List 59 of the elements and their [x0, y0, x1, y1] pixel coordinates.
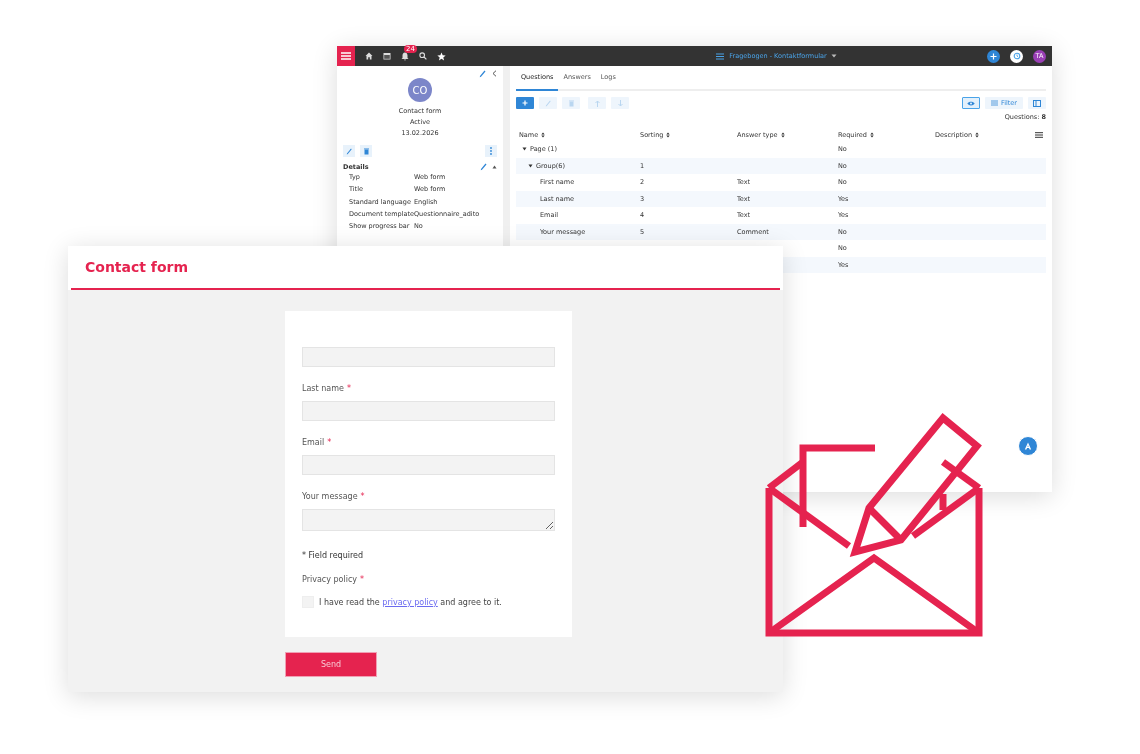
field-label: Privacy policy	[302, 575, 358, 584]
clock-icon	[1012, 52, 1021, 60]
input-field[interactable]	[302, 401, 555, 421]
calendar-icon[interactable]	[383, 52, 391, 60]
pin-icon[interactable]	[480, 163, 487, 171]
required-mark: *	[346, 384, 351, 393]
required-note: * Field required	[302, 551, 365, 560]
help-button[interactable]	[1018, 436, 1038, 456]
add-button[interactable]	[987, 49, 1000, 63]
eye-icon	[966, 100, 975, 106]
arrow-down-icon	[617, 99, 623, 107]
preview-button[interactable]	[961, 97, 980, 109]
trash-icon	[568, 99, 574, 107]
expand-caret-icon[interactable]	[528, 163, 533, 168]
required-mark: *	[360, 575, 365, 584]
collapse-caret-icon[interactable]	[492, 165, 497, 169]
history-button[interactable]	[1010, 49, 1023, 63]
sort-icon[interactable]	[666, 132, 671, 138]
sort-icon[interactable]	[780, 132, 785, 138]
trash-icon	[363, 147, 369, 155]
sliders-icon	[990, 100, 998, 106]
bell-icon[interactable]	[401, 51, 409, 61]
record-avatar: CO	[408, 78, 432, 102]
arrow-up-icon	[594, 99, 600, 107]
search-icon[interactable]	[419, 52, 427, 60]
list-icon	[716, 52, 725, 60]
consent-text: I have read the privacy policy and agree to it.	[319, 597, 502, 607]
pencil-icon	[346, 147, 352, 155]
pencil-icon	[545, 99, 551, 107]
column-menu-icon[interactable]	[1035, 132, 1043, 138]
sort-icon[interactable]	[541, 132, 546, 138]
layout-icon	[1033, 99, 1041, 107]
plus-icon	[522, 100, 528, 106]
input-field[interactable]	[302, 455, 555, 475]
delete-button[interactable]	[360, 145, 372, 157]
letter-a-icon	[1024, 442, 1032, 450]
plus-icon	[990, 52, 997, 60]
field-label: Email	[302, 438, 325, 447]
field-label: Your message	[302, 492, 358, 501]
sort-icon[interactable]	[869, 132, 874, 138]
layout-button[interactable]	[1028, 97, 1046, 109]
collapse-icon[interactable]	[492, 70, 497, 77]
field-label: Last name	[302, 384, 344, 393]
pin-icon[interactable]	[479, 70, 486, 78]
star-icon[interactable]	[437, 51, 446, 61]
menu-button[interactable]	[337, 46, 355, 66]
input-field[interactable]	[302, 347, 555, 367]
privacy-policy-link[interactable]: privacy policy	[382, 597, 438, 607]
home-icon[interactable]	[365, 52, 373, 60]
required-mark: *	[360, 492, 365, 501]
expand-caret-icon[interactable]	[522, 147, 527, 152]
menu-icon	[341, 52, 351, 60]
caret-icon	[830, 54, 837, 58]
more-button[interactable]	[485, 145, 497, 157]
form-title: Contact form	[85, 259, 189, 275]
sort-icon[interactable]	[975, 132, 980, 138]
edit-button[interactable]	[343, 145, 355, 157]
required-mark: *	[327, 438, 332, 447]
message-field[interactable]	[302, 509, 555, 531]
